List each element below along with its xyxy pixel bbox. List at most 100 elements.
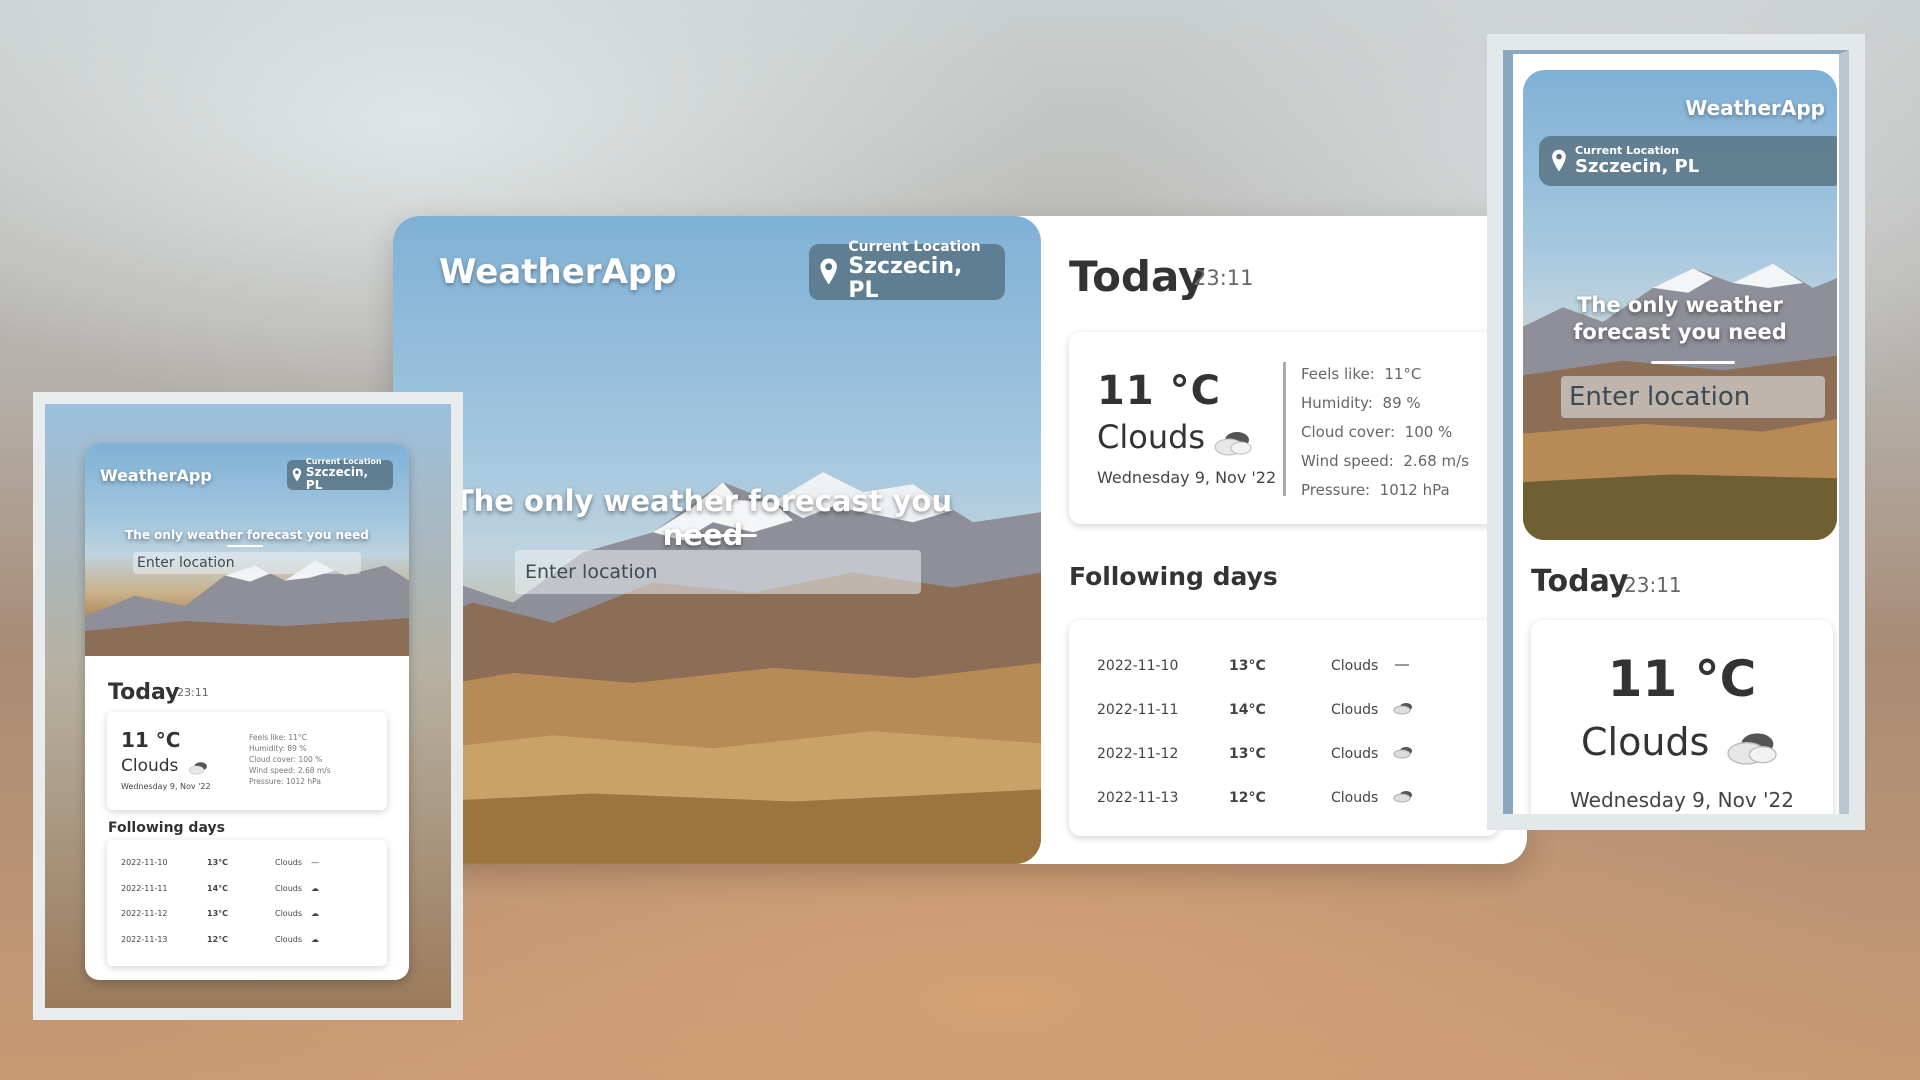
cloud-icon: ☁ bbox=[311, 934, 319, 944]
following-days-title: Following days bbox=[1069, 562, 1278, 591]
fog-icon: — bbox=[311, 858, 319, 868]
forecast-row: 2022-11-12 13°C Clouds bbox=[1097, 732, 1499, 776]
app-logo: WeatherApp bbox=[100, 466, 212, 485]
forecast-date: 2022-11-12 bbox=[1097, 746, 1179, 762]
location-label: Current Location bbox=[848, 239, 981, 256]
forecast-row: 2022-11-10 13°C Clouds — bbox=[121, 850, 387, 876]
tagline-line: The only weather bbox=[1577, 293, 1783, 317]
tablet-mockup: WeatherApp Current Location Szczecin, PL… bbox=[33, 392, 463, 1020]
forecast-date: 2022-11-13 bbox=[1097, 790, 1179, 806]
hero-panel: WeatherApp Current Location Szczecin, PL… bbox=[1523, 70, 1837, 540]
current-date: Wednesday 9, Nov '22 bbox=[1097, 468, 1277, 487]
forecast-row: 2022-11-11 14°C Clouds bbox=[1097, 688, 1499, 732]
location-name: Szczecin, PL bbox=[1575, 155, 1700, 177]
forecast-date: 2022-11-10 bbox=[1097, 658, 1179, 674]
tagline-underline bbox=[227, 545, 263, 547]
detail-feels-like: Feels like: 11°C bbox=[1301, 365, 1422, 383]
cloud-icon bbox=[1393, 701, 1413, 719]
forecast-date: 2022-11-10 bbox=[121, 858, 168, 868]
fog-icon bbox=[1393, 658, 1411, 674]
following-days-title: Following days bbox=[108, 820, 225, 836]
forecast-date: 2022-11-11 bbox=[121, 883, 168, 893]
forecast-panel: Today 23:11 11 °C Clouds Wednesday 9, No… bbox=[1069, 216, 1527, 864]
forecast-temp: 14°C bbox=[1229, 702, 1266, 718]
cloud-night-icon bbox=[185, 760, 209, 780]
tagline-underline bbox=[677, 534, 757, 537]
cloud-night-icon bbox=[1207, 428, 1253, 462]
forecast-temp: 13°C bbox=[207, 909, 229, 919]
desktop-mockup: WeatherApp Current Location Szczecin, PL… bbox=[393, 216, 1527, 864]
phone-screen: WeatherApp Current Location Szczecin, PL… bbox=[1503, 50, 1849, 814]
details-divider bbox=[1283, 362, 1286, 496]
location-search-input[interactable] bbox=[1561, 376, 1825, 418]
forecast-condition: Clouds bbox=[1331, 790, 1379, 806]
detail-wind-speed: Wind speed: 2.68 m/s bbox=[1301, 452, 1470, 470]
forecast-row: 2022-11-11 14°C Clouds ☁ bbox=[121, 876, 387, 902]
app-logo: WeatherApp bbox=[439, 252, 677, 292]
cloud-night-icon bbox=[1717, 728, 1779, 772]
forecast-row: 2022-11-10 13°C Clouds bbox=[1097, 644, 1499, 688]
current-time: 23:11 bbox=[1193, 266, 1254, 290]
forecast-temp: 13°C bbox=[207, 858, 229, 868]
forecast-condition: Clouds bbox=[1331, 658, 1379, 674]
forecast-condition: Clouds bbox=[275, 858, 303, 868]
location-search-input[interactable] bbox=[515, 550, 921, 594]
current-weather-card: 11 °C Clouds Wednesday 9, Nov '22 bbox=[1531, 620, 1833, 814]
current-date: Wednesday 9, Nov '22 bbox=[121, 782, 211, 791]
forecast-condition: Clouds bbox=[1331, 702, 1379, 718]
location-search-input[interactable] bbox=[133, 552, 361, 574]
tagline-underline bbox=[1651, 361, 1735, 364]
forecast-condition: Clouds bbox=[275, 883, 303, 893]
forecast-temp: 13°C bbox=[1229, 746, 1266, 762]
forecast-row: 2022-11-13 12°C Clouds ☁ bbox=[121, 927, 387, 953]
hero-panel: WeatherApp Current Location Szczecin, PL… bbox=[393, 216, 1041, 864]
forecast-row: 2022-11-13 12°C Clouds bbox=[1097, 776, 1499, 820]
detail-pressure: Pressure: 1012 hPa bbox=[1301, 481, 1450, 499]
forecast-date: 2022-11-13 bbox=[121, 934, 168, 944]
current-temperature: 11 °C bbox=[1097, 368, 1221, 414]
current-condition: Clouds bbox=[1097, 418, 1206, 456]
cloud-icon: ☁ bbox=[311, 883, 319, 893]
location-pin-icon bbox=[292, 468, 302, 482]
detail-pressure: Pressure: 1012 hPa bbox=[249, 777, 321, 786]
tagline: The only weather forecast you need bbox=[1523, 292, 1837, 346]
detail-cloud-cover: Cloud cover: 100 % bbox=[1301, 423, 1453, 441]
detail-cloud-cover: Cloud cover: 100 % bbox=[249, 755, 323, 764]
forecast-condition: Clouds bbox=[275, 909, 303, 919]
forecast-condition: Clouds bbox=[1331, 746, 1379, 762]
current-temperature: 11 °C bbox=[121, 728, 181, 752]
current-weather-card: 11 °C Clouds Wednesday 9, Nov '22 Feels … bbox=[107, 712, 387, 810]
tagline: The only weather forecast you need bbox=[125, 528, 369, 542]
current-time: 23:11 bbox=[1624, 573, 1682, 597]
current-weather-card: 11 °C Clouds Wednesday 9, Nov '22 Feels … bbox=[1069, 332, 1499, 524]
today-title: Today bbox=[108, 680, 180, 705]
app-logo: WeatherApp bbox=[1685, 96, 1825, 120]
today-title: Today bbox=[1531, 564, 1629, 599]
tablet-app-window: WeatherApp Current Location Szczecin, PL… bbox=[85, 444, 409, 980]
current-date: Wednesday 9, Nov '22 bbox=[1570, 788, 1794, 812]
current-location-badge[interactable]: Current Location Szczecin, PL bbox=[1539, 136, 1837, 186]
current-time: 23:11 bbox=[177, 686, 209, 699]
forecast-temp: 14°C bbox=[207, 883, 229, 893]
location-pin-icon bbox=[1552, 149, 1566, 172]
following-days-card: 2022-11-10 13°C Clouds 2022-11-11 14°C C… bbox=[1069, 620, 1499, 836]
forecast-temp: 12°C bbox=[207, 934, 229, 944]
current-location-badge[interactable]: Current Location Szczecin, PL bbox=[287, 457, 393, 492]
weather-details: Feels like: 11°C Humidity: 89 % Cloud co… bbox=[1301, 360, 1469, 505]
cloud-icon: ☁ bbox=[311, 909, 319, 919]
detail-humidity: Humidity: 89 % bbox=[1301, 394, 1421, 412]
location-pin-icon bbox=[820, 258, 837, 285]
forecast-date: 2022-11-11 bbox=[1097, 702, 1179, 718]
forecast-temp: 13°C bbox=[1229, 658, 1266, 674]
forecast-temp: 12°C bbox=[1229, 790, 1266, 806]
current-temperature: 11 °C bbox=[1607, 650, 1757, 708]
current-location-badge[interactable]: Current Location Szczecin, PL bbox=[809, 240, 1005, 304]
location-name: Szczecin, PL bbox=[848, 254, 963, 304]
detail-wind-speed: Wind speed: 2.68 m/s bbox=[249, 766, 331, 775]
cloud-icon bbox=[1393, 745, 1413, 763]
forecast-row: 2022-11-12 13°C Clouds ☁ bbox=[121, 901, 387, 927]
following-days-card: 2022-11-10 13°C Clouds — 2022-11-11 14°C Clou… bbox=[107, 840, 387, 966]
hero-panel: WeatherApp Current Location Szczecin, PL… bbox=[85, 444, 409, 656]
phone-mockup: WeatherApp Current Location Szczecin, PL… bbox=[1487, 34, 1865, 830]
detail-feels-like: Feels like: 11°C bbox=[249, 733, 307, 742]
